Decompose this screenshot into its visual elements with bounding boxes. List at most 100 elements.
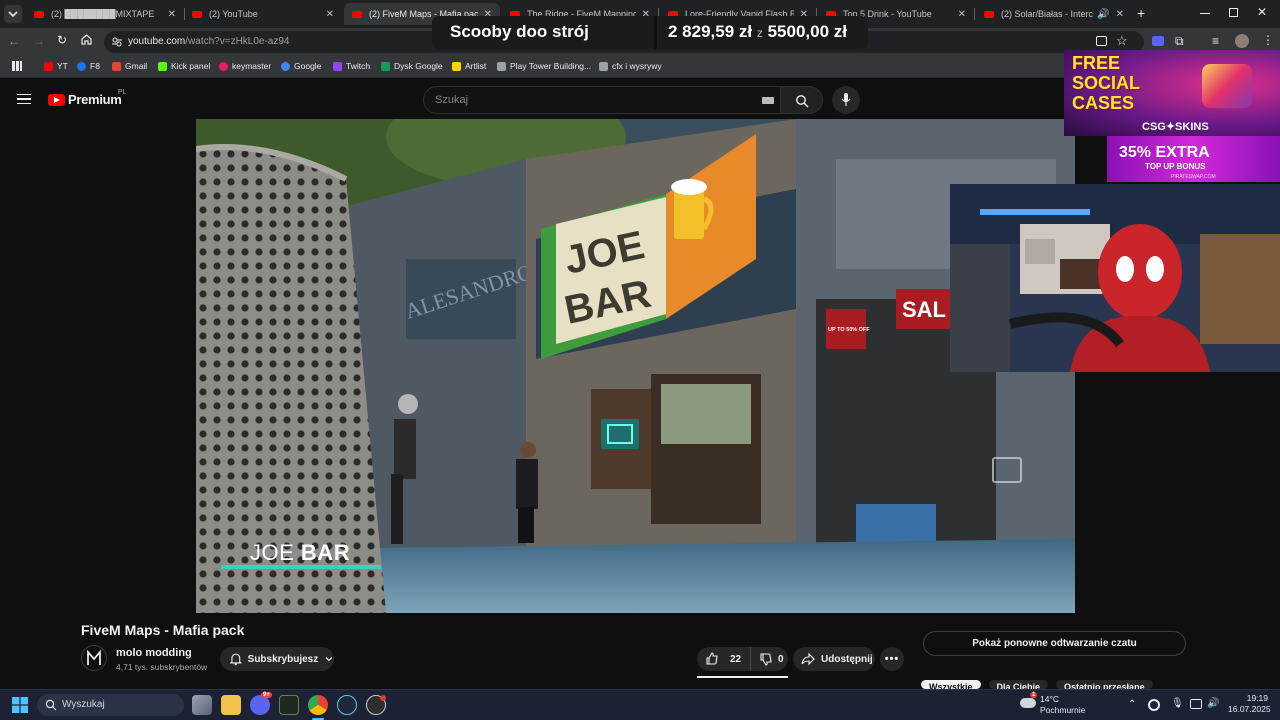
close-icon[interactable]: ✕ — [168, 9, 176, 20]
bookmark-label: keymaster — [232, 61, 272, 71]
taskbar-search-input[interactable]: Wyszukaj — [37, 694, 184, 716]
promo-ad-csgoskins: FREE SOCIAL CASES CSG✦SKINS — [1064, 50, 1280, 136]
bookmark-label: Gmail — [125, 61, 148, 71]
dislike-button[interactable]: 0 — [751, 647, 788, 671]
file-explorer-icon[interactable] — [221, 695, 241, 715]
xbox-icon[interactable] — [279, 695, 299, 715]
restore-button[interactable] — [1229, 8, 1238, 17]
extensions-puzzle-icon[interactable]: ⧉ — [1175, 34, 1184, 49]
chip-all[interactable]: Wszystkie — [921, 680, 981, 689]
like-button[interactable]: 22 — [697, 647, 751, 671]
home-icon — [81, 34, 92, 45]
video-title: FiveM Maps - Mafia pack — [81, 622, 245, 638]
chip-recent[interactable]: Ostatnio przesłane — [1056, 680, 1153, 689]
minimize-button[interactable] — [1200, 13, 1210, 14]
back-button[interactable]: ← — [8, 34, 20, 48]
chevron-down-icon — [325, 657, 333, 662]
volume-icon[interactable]: 🔊 — [1207, 698, 1219, 709]
chip-for-you[interactable]: Dla Ciebie — [988, 680, 1049, 689]
start-button[interactable] — [12, 697, 28, 713]
channel-avatar[interactable] — [81, 645, 107, 671]
reload-button[interactable]: ↻ — [57, 33, 67, 47]
system-clock[interactable]: 19:19 16.07.2025 — [1228, 693, 1271, 715]
close-icon[interactable]: ✕ — [326, 9, 334, 20]
show-chat-replay-button[interactable]: Pokaż ponowne odtwarzanie czatu — [923, 631, 1186, 656]
steam-icon[interactable] — [337, 695, 357, 715]
video-player[interactable]: ALESANDRO JOE BAR SAL UP TO 50% OFF JOE … — [196, 119, 1075, 613]
tab-title: (2) YouTube — [209, 9, 258, 19]
media-controls-icon[interactable]: ≡ — [1212, 34, 1219, 48]
subscribe-button[interactable]: Subskrybujesz — [220, 647, 334, 671]
image-icon — [599, 61, 608, 71]
promo-line: SOCIAL — [1072, 73, 1141, 93]
clock-time: 19:19 — [1246, 693, 1268, 703]
search-input[interactable]: Szukaj — [423, 86, 781, 114]
more-actions-button[interactable]: ••• — [880, 647, 904, 671]
close-icon[interactable]: ✕ — [1116, 9, 1124, 20]
clock-date: 16.07.2025 — [1228, 704, 1271, 714]
youtube-play-icon — [48, 93, 65, 106]
bookmark-f8[interactable]: F8 — [77, 61, 100, 71]
share-label: Udostępnij — [821, 653, 873, 665]
bookmark-label: Kick panel — [171, 61, 211, 71]
browser-tab[interactable]: (2) Solar/Białas - Interconti 🔊 ✕ — [976, 3, 1132, 25]
bookmark-star-icon[interactable]: ☆ — [1116, 33, 1128, 49]
search-button[interactable] — [781, 86, 823, 114]
keymaster-icon — [219, 61, 228, 71]
home-button[interactable] — [80, 33, 93, 51]
bookmark-twitch[interactable]: Twitch — [333, 61, 370, 71]
speaker-icon[interactable]: 🔊 — [1097, 9, 1109, 20]
bookmark-label: F8 — [90, 61, 100, 71]
task-view-icon[interactable] — [192, 695, 212, 715]
webcam-overlay — [950, 184, 1280, 372]
weather-widget[interactable]: 1 14°C Pochmurnie — [1020, 692, 1110, 718]
weather-badge: 1 — [1030, 692, 1038, 698]
install-app-icon[interactable] — [1096, 36, 1107, 46]
search-icon — [796, 95, 809, 108]
weather-temp: 14°C — [1040, 694, 1059, 704]
browser-tab[interactable]: (2) YouTube ✕ — [184, 3, 342, 25]
bookmark-artlist[interactable]: Artlist — [452, 61, 486, 71]
tray-app-icon[interactable] — [1148, 699, 1160, 711]
tab-search-button[interactable] — [4, 5, 22, 23]
discord-icon[interactable] — [250, 695, 270, 715]
bookmark-kick-panel[interactable]: Kick panel — [158, 61, 210, 71]
site-info-icon[interactable] — [111, 36, 123, 48]
url-path: /watch?v=zHkL0e-az94 — [185, 36, 290, 47]
browser-tab[interactable]: (2) ████████MIXTAPE ✕ — [26, 3, 184, 25]
youtube-favicon-icon — [352, 10, 362, 18]
browser-menu-icon[interactable]: ⋮ — [1262, 33, 1274, 47]
channel-name[interactable]: molo modding — [116, 647, 192, 659]
bookmark-yt[interactable]: YT — [44, 61, 68, 71]
promo-brand: CSG✦SKINS — [1142, 121, 1209, 133]
more-horizontal-icon: ••• — [884, 653, 900, 665]
kick-icon — [158, 61, 167, 71]
share-button[interactable]: Udostępnij — [793, 647, 875, 671]
network-icon[interactable] — [1190, 699, 1202, 709]
bookmark-google[interactable]: Google — [281, 61, 321, 71]
voice-search-button[interactable] — [832, 86, 860, 114]
tray-chevron-up-icon[interactable]: ⌃ — [1128, 699, 1136, 710]
bookmark-gmail[interactable]: Gmail — [112, 61, 147, 71]
close-icon[interactable]: ✕ — [958, 9, 966, 20]
google-drive-icon — [381, 61, 390, 71]
donation-goal: 5500,00 zł — [767, 22, 847, 41]
bookmark-cfx[interactable]: cfx i wysrywy — [599, 61, 662, 71]
profile-avatar[interactable] — [1235, 34, 1249, 48]
forward-button[interactable]: → — [33, 34, 45, 48]
new-tab-button[interactable]: + — [1137, 5, 1145, 21]
hamburger-menu-icon[interactable] — [17, 94, 31, 104]
tray-microphone-icon[interactable]: 🎙 — [1171, 698, 1184, 709]
bookmark-keymaster[interactable]: keymaster — [219, 61, 271, 71]
bookmark-play-tower[interactable]: Play Tower Building... — [497, 61, 591, 71]
youtube-logo[interactable]: Premium — [48, 92, 122, 107]
chrome-icon[interactable] — [308, 695, 328, 715]
extension-icon[interactable] — [1152, 36, 1164, 46]
close-window-button[interactable]: ✕ — [1257, 5, 1267, 19]
youtube-favicon-icon — [34, 10, 44, 18]
bookmark-label: Google — [294, 61, 322, 71]
twitch-icon — [333, 61, 342, 71]
bookmark-dysk-google[interactable]: Dysk Google — [381, 61, 443, 71]
keyboard-icon[interactable] — [762, 97, 774, 104]
apps-grid-icon[interactable] — [12, 61, 22, 71]
